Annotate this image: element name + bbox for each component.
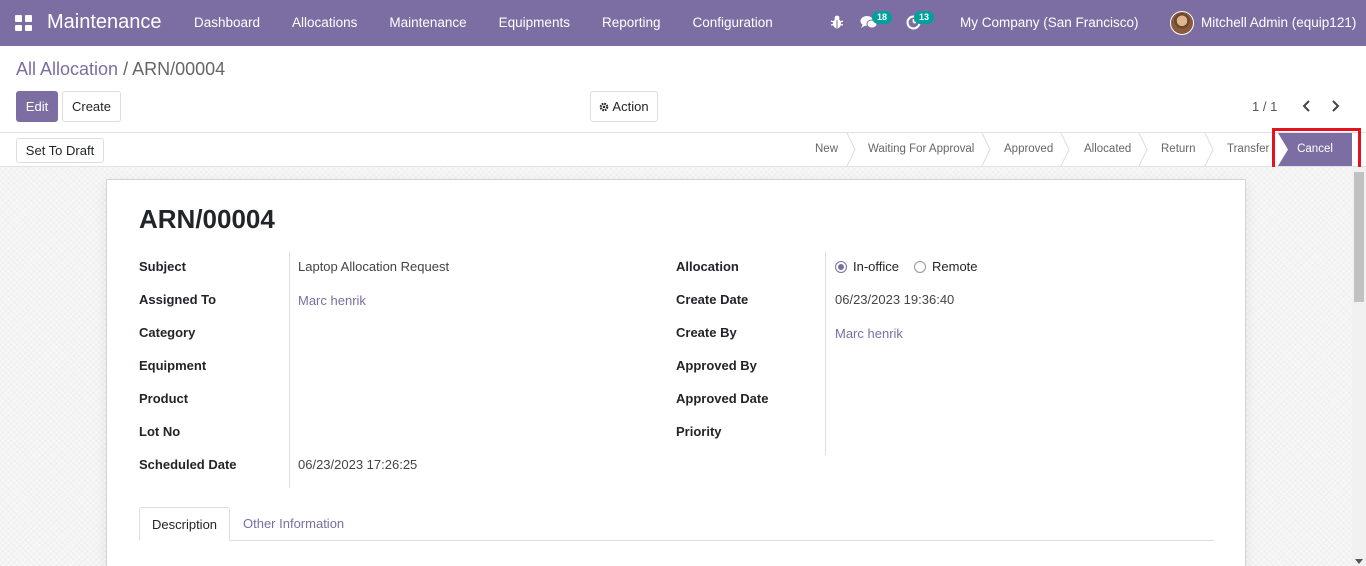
field-value-subject[interactable]: Laptop Allocation Request [298,259,449,274]
action-dropdown-button[interactable]: Action [590,91,658,122]
breadcrumb-parent-link[interactable]: All Allocation [16,59,118,79]
edit-button[interactable]: Edit [16,91,58,122]
notebook-tabs: Description Other Information [139,507,1214,541]
field-label-lot-no: Lot No [139,424,181,439]
tab-description[interactable]: Description [139,507,231,541]
field-label-assigned-to: Assigned To [139,292,217,307]
debug-bug-icon[interactable] [830,14,844,30]
menu-configuration[interactable]: Configuration [677,0,789,46]
stage-separator [846,133,856,166]
field-label-subject: Subject [139,259,186,274]
radio-in-office-label[interactable]: In-office [853,259,899,274]
stage-return[interactable]: Return [1161,133,1196,166]
user-avatar[interactable] [1170,11,1194,35]
messages-count-badge: 18 [872,11,893,24]
company-switcher[interactable]: My Company (San Francisco) [960,15,1139,30]
stage-waiting-for-approval[interactable]: Waiting For Approval [868,133,974,166]
user-menu[interactable]: Mitchell Admin (equip121) [1201,15,1356,30]
menu-allocations[interactable]: Allocations [276,0,373,46]
field-label-scheduled-date: Scheduled Date [139,457,237,472]
scroll-down-arrow-icon[interactable] [1355,559,1363,564]
app-brand[interactable]: Maintenance [47,11,162,34]
stage-separator [981,133,991,166]
tab-other-information[interactable]: Other Information [231,507,356,541]
stage-approved[interactable]: Approved [1004,133,1053,166]
breadcrumb: All Allocation / ARN/00004 [16,59,225,80]
stage-allocated[interactable]: Allocated [1084,133,1131,166]
stage-transfer[interactable]: Transfer [1227,133,1269,166]
field-value-scheduled-date[interactable]: 06/23/2023 17:26:25 [298,457,417,472]
top-navbar: Maintenance Dashboard Allocations Mainte… [0,0,1366,46]
action-label: Action [612,99,649,114]
pager-value[interactable]: 1 / 1 [1252,99,1277,114]
breadcrumb-current: ARN/00004 [132,59,226,79]
highlight-annotation-box [1272,128,1361,171]
set-to-draft-button[interactable]: Set To Draft [16,138,104,163]
vertical-scrollbar[interactable] [1352,167,1366,566]
field-label-create-by: Create By [676,325,737,340]
create-button[interactable]: Create [62,91,121,122]
field-label-product: Product [139,391,189,406]
field-label-priority: Priority [676,424,722,439]
stage-separator [1204,133,1214,166]
field-value-assigned-to[interactable]: Marc henrik [298,293,366,308]
field-divider-right [825,252,826,455]
radio-remote[interactable] [914,261,926,273]
field-value-create-by[interactable]: Marc henrik [835,326,903,341]
record-title: ARN/00004 [139,204,275,234]
field-label-create-date: Create Date [676,292,749,307]
status-bar: Set To Draft New Waiting For Approval Ap… [0,132,1366,167]
field-value-create-date: 06/23/2023 19:36:40 [835,292,955,307]
form-sheet: ARN/00004 Subject Laptop Allocation Requ… [106,179,1246,566]
gear-icon [600,102,609,111]
activities-count-badge: 13 [914,11,935,24]
stage-separator [1138,133,1148,166]
field-divider-left [289,252,290,488]
radio-in-office[interactable] [835,261,847,273]
chevron-right-icon[interactable] [1329,99,1341,113]
menu-maintenance[interactable]: Maintenance [373,0,482,46]
field-label-approved-by: Approved By [676,358,757,373]
field-label-category: Category [139,325,196,340]
apps-menu-icon[interactable] [15,15,32,31]
radio-remote-label[interactable]: Remote [932,259,978,274]
stage-separator [1060,133,1070,166]
field-label-equipment: Equipment [139,358,207,373]
field-label-approved-date: Approved Date [676,391,769,406]
field-label-allocation: Allocation [676,259,739,274]
main-menu: Dashboard Allocations Maintenance Equipm… [178,0,789,46]
menu-equipments[interactable]: Equipments [483,0,586,46]
breadcrumb-separator: / [123,59,129,79]
menu-reporting[interactable]: Reporting [586,0,677,46]
scrollbar-thumb[interactable] [1354,172,1364,302]
menu-dashboard[interactable]: Dashboard [178,0,276,46]
stage-new[interactable]: New [815,133,838,166]
chevron-left-icon[interactable] [1301,99,1313,113]
